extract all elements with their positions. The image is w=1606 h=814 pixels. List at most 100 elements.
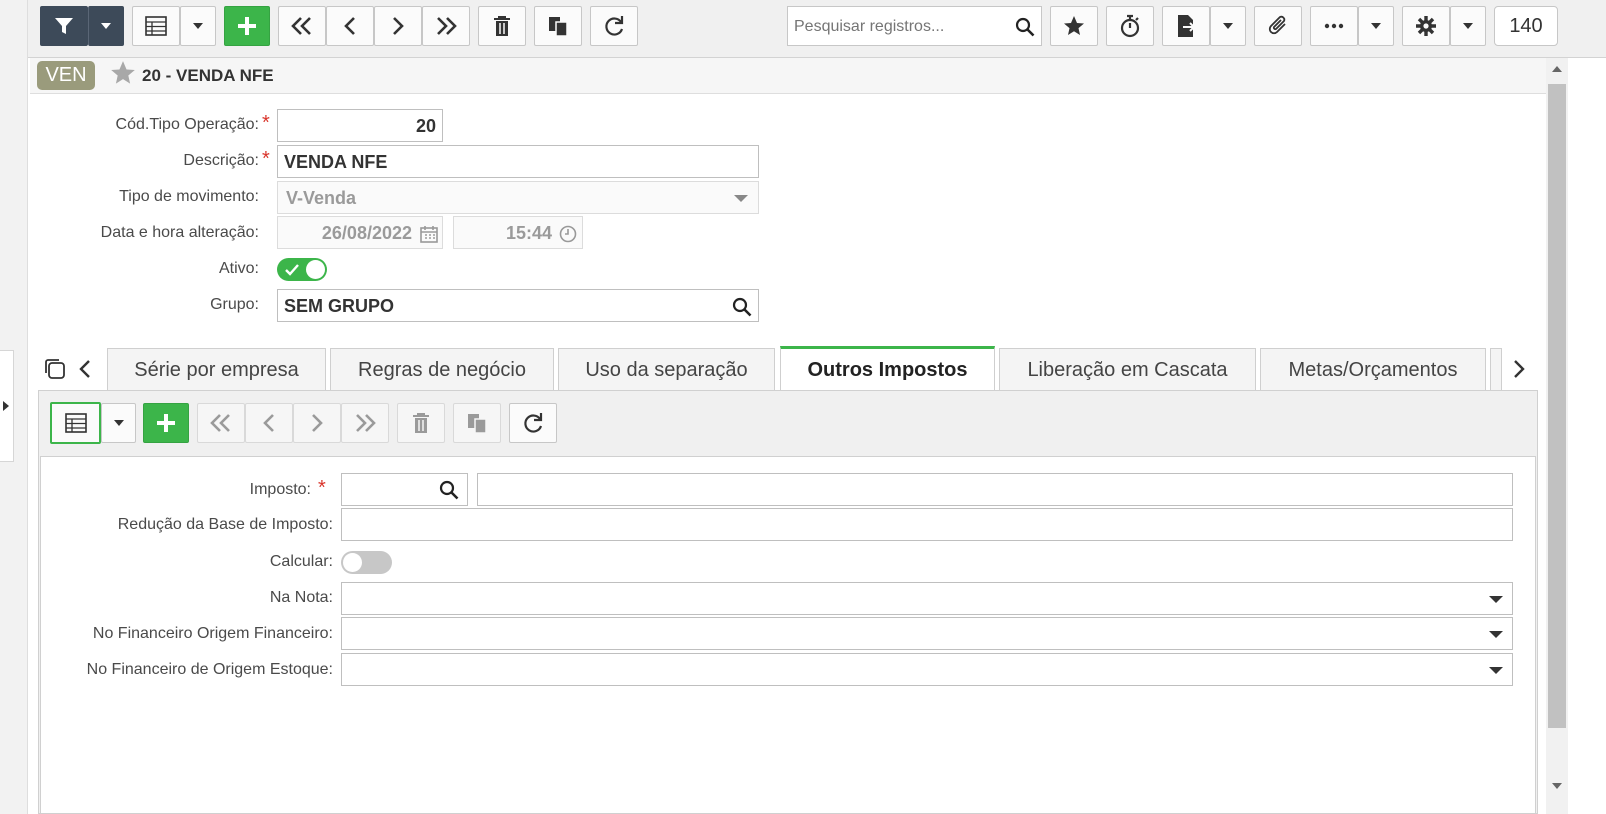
paperclip-icon [1268,15,1286,35]
tab-serie-por-empresa[interactable]: Série por empresa [107,348,326,392]
calendar-icon[interactable] [420,225,438,243]
calcular-toggle[interactable] [341,551,392,574]
filter-button[interactable] [40,6,88,46]
module-badge: VEN [37,61,95,90]
tab-metas-orcamentos[interactable]: Metas/Orçamentos [1260,348,1486,392]
na-nota-select[interactable] [341,582,1513,615]
last-record-button[interactable] [422,6,470,46]
detail-first-button[interactable] [197,403,245,443]
ativo-toggle[interactable] [277,258,327,281]
double-chevron-left-icon [210,414,230,432]
detail-previous-button[interactable] [245,403,293,443]
tab-next-partial[interactable] [1490,348,1502,392]
hora-alteracao-field[interactable]: 15:44 [453,216,583,249]
timer-button[interactable] [1106,6,1154,46]
grid-view-dropdown-button[interactable] [180,6,216,46]
na-nota-label: Na Nota: [269,589,333,606]
grupo-value: SEM GRUPO [284,296,395,316]
detail-grid-view-button[interactable] [50,402,101,444]
cod-tipo-field[interactable]: 20 [277,109,443,142]
tipo-movimento-label: Tipo de movimento: [119,188,259,205]
descricao-value: VENDA NFE [284,152,388,172]
scroll-up-arrow-icon[interactable] [1552,66,1562,72]
double-chevron-right-icon [437,17,457,35]
vertical-scrollbar[interactable] [1546,58,1568,814]
clock-icon[interactable] [559,225,577,243]
search-box[interactable] [787,6,1042,46]
detail-grid-dropdown-button[interactable] [101,403,136,443]
plus-icon [238,17,256,35]
scrollbar-thumb[interactable] [1548,84,1566,728]
financeiro-origem-estoque-select[interactable] [341,653,1513,686]
caret-down-icon [193,23,203,29]
detail-refresh-button[interactable] [509,403,557,443]
chevron-left-icon [263,414,274,432]
data-alteracao-value: 26/08/2022 [321,223,412,243]
scroll-down-arrow-icon[interactable] [1552,783,1562,789]
search-input[interactable] [792,15,1006,39]
imposto-description-field[interactable] [477,473,1513,506]
table-icon [64,413,87,433]
chevron-right-icon [393,17,404,35]
export-button[interactable] [1162,6,1210,46]
restore-windows-icon[interactable] [43,357,67,381]
expand-arrow-icon [3,401,9,411]
duplicate-button[interactable] [534,6,582,46]
tipo-movimento-select[interactable]: V-Venda [277,181,759,214]
next-record-button[interactable] [374,6,422,46]
tabs-scroll-right-icon[interactable] [1512,359,1526,379]
first-record-button[interactable] [278,6,326,46]
refresh-button[interactable] [590,6,638,46]
detail-delete-button[interactable] [397,403,445,443]
check-icon [285,264,299,276]
reducao-base-field[interactable] [341,508,1513,541]
more-actions-dropdown-button[interactable] [1358,6,1394,46]
favorite-button[interactable] [1050,6,1098,46]
imposto-code-field[interactable] [341,473,468,506]
tab-outros-impostos[interactable]: Outros Impostos [780,346,995,392]
record-count: 140 [1494,6,1558,46]
descricao-field[interactable]: VENDA NFE [277,145,759,178]
previous-record-button[interactable] [326,6,374,46]
add-record-button[interactable] [224,6,270,46]
caret-down-icon [113,420,124,426]
search-icon[interactable] [732,297,752,317]
filter-icon [55,18,73,34]
export-dropdown-button[interactable] [1210,6,1246,46]
attachment-button[interactable] [1254,6,1302,46]
double-chevron-left-icon [291,17,311,35]
ativo-label: Ativo: [218,260,259,277]
descricao-label: Descrição: [183,152,259,169]
financeiro-origem-financeiro-select[interactable] [341,617,1513,650]
caret-down-icon [1223,23,1233,29]
table-icon [145,16,167,36]
tab-uso-da-separacao[interactable]: Uso da separação [558,348,775,392]
hora-alteracao-value: 15:44 [505,223,552,243]
search-icon[interactable] [1015,17,1035,37]
refresh-icon [605,16,624,36]
detail-last-button[interactable] [341,403,389,443]
export-file-icon [1178,15,1196,37]
data-alteracao-field[interactable]: 26/08/2022 [277,216,443,249]
side-panel-handle[interactable] [0,350,14,462]
detail-duplicate-button[interactable] [453,403,501,443]
tab-liberacao-em-cascata[interactable]: Liberação em Cascata [999,348,1256,392]
filter-dropdown-button[interactable] [88,6,124,46]
search-icon[interactable] [439,480,459,500]
settings-button[interactable] [1402,6,1450,46]
tab-regras-de-negocio[interactable]: Regras de negócio [330,348,554,392]
grupo-field[interactable]: SEM GRUPO [277,289,759,322]
settings-dropdown-button[interactable] [1450,6,1486,46]
tabs-scroll-left-icon[interactable] [78,359,92,379]
more-actions-button[interactable] [1310,6,1358,46]
star-icon[interactable] [110,60,136,86]
copy-icon [468,414,487,434]
delete-button[interactable] [478,6,526,46]
financeiro-origem-financeiro-label: No Financeiro Origem Financeiro: [92,625,333,642]
caret-down-icon [1371,23,1381,29]
grid-view-button[interactable] [132,6,180,46]
detail-next-button[interactable] [293,403,341,443]
detail-add-button[interactable] [143,403,189,443]
data-alteracao-label: Data e hora alteração: [100,224,259,241]
record-count-value: 140 [1509,14,1543,37]
